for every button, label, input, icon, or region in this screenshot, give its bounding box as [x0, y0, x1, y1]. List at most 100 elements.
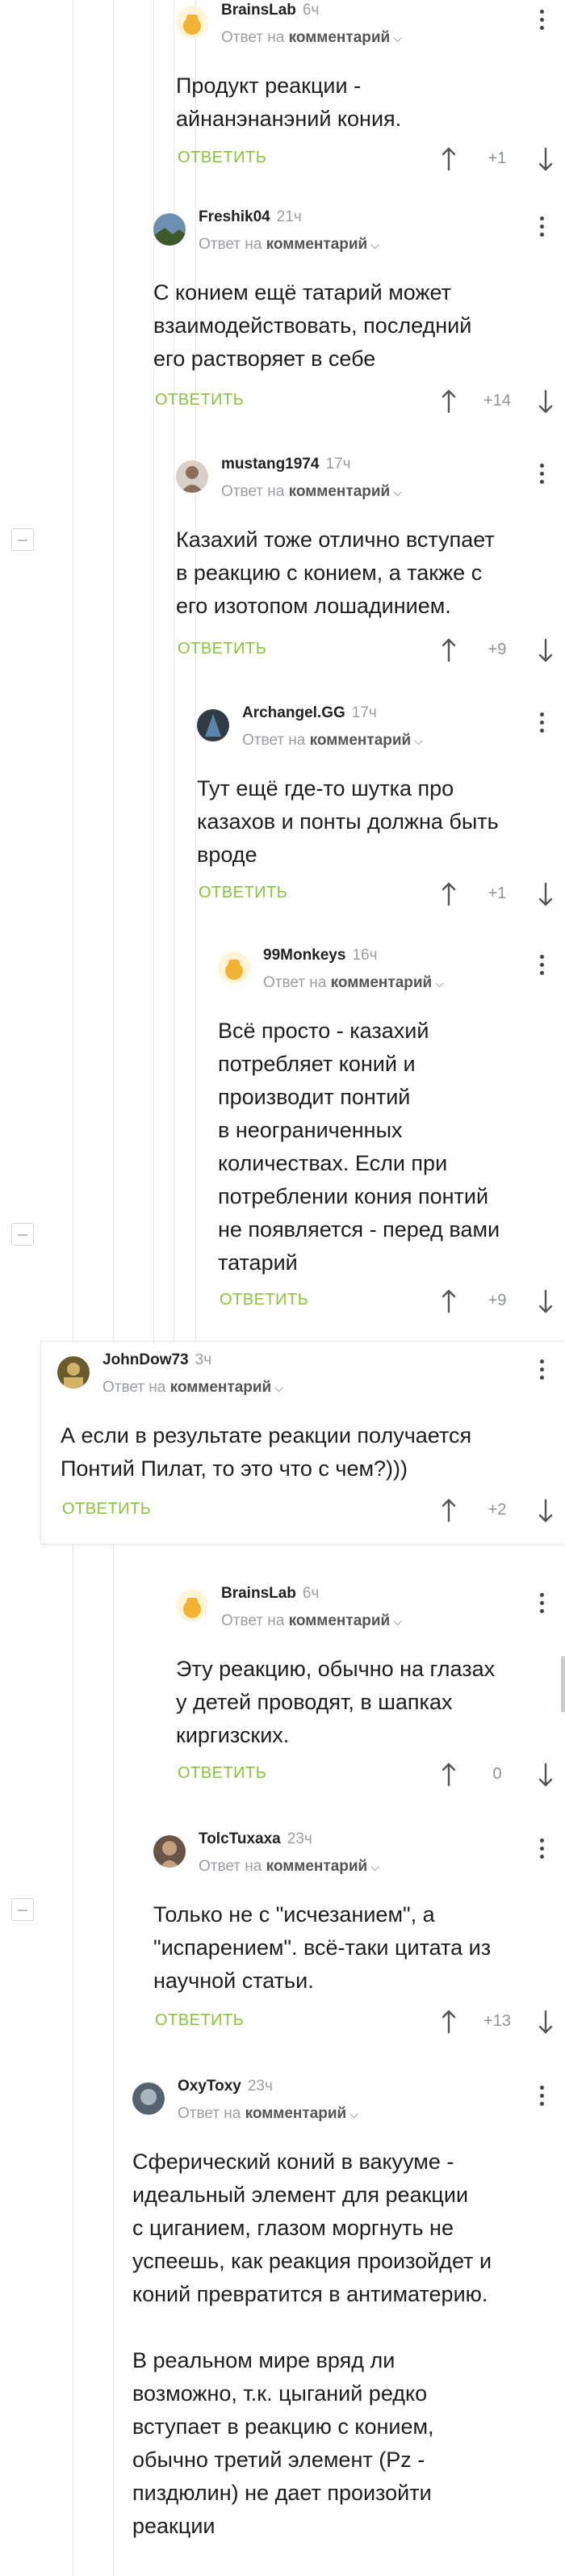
username[interactable]: OxyToxy 23ч — [178, 2078, 273, 2095]
reply-to-label: Ответ на комментарий ⌵ — [221, 483, 402, 500]
timestamp: 6ч — [302, 1585, 320, 1602]
upvote-arrow-icon[interactable] — [441, 1498, 457, 1523]
reply-button[interactable]: ОТВЕТИТЬ — [155, 391, 244, 410]
comment: mustang1974 17ч Ответ на комментарий ⌵ Каз… — [176, 454, 565, 672]
more-options-icon[interactable] — [539, 216, 544, 237]
username[interactable]: TolcTuxaxa 23ч — [199, 1830, 312, 1848]
reply-button[interactable]: ОТВЕТИТЬ — [220, 1291, 308, 1309]
reply-to-label: Ответ на комментарий ⌵ — [199, 236, 379, 253]
timestamp: 17ч — [325, 456, 351, 473]
upvote-arrow-icon[interactable] — [441, 147, 457, 171]
comment-text: Эту реакцию, обычно на глазах у детей пр… — [176, 1657, 496, 1747]
scrollbar-thumb[interactable] — [561, 1656, 565, 1712]
more-options-icon[interactable] — [539, 10, 544, 31]
reply-to-label: Ответ на комментарий ⌵ — [221, 29, 402, 46]
chevron-down-icon[interactable]: ⌵ — [393, 32, 402, 44]
timestamp: 17ч — [351, 704, 377, 721]
downvote-arrow-icon[interactable] — [538, 1763, 554, 1787]
avatar[interactable] — [197, 709, 229, 742]
avatar[interactable] — [218, 952, 250, 984]
more-options-icon[interactable] — [539, 955, 544, 976]
vote-score: +9 — [488, 641, 507, 658]
chevron-down-icon[interactable]: ⌵ — [414, 734, 423, 747]
more-options-icon[interactable] — [539, 712, 544, 733]
comment-text: Только не с "исчезанием", а "испарением"… — [153, 1902, 492, 1993]
reply-to-link[interactable]: комментарий — [310, 732, 412, 749]
reply-to-link[interactable]: комментарий — [266, 236, 368, 253]
upvote-arrow-icon[interactable] — [441, 389, 457, 414]
username[interactable]: BrainsLab 6ч — [221, 1585, 319, 1603]
reply-to-label: Ответ на комментарий ⌵ — [242, 732, 423, 749]
chevron-down-icon[interactable]: ⌵ — [393, 1615, 402, 1628]
more-options-icon[interactable] — [539, 1359, 544, 1380]
comment: BrainsLab 6ч Ответ на комментарий ⌵ Эту ре… — [176, 1583, 565, 1793]
reply-to-link[interactable]: комментарий — [170, 1379, 272, 1396]
comment: OxyToxy 23ч Ответ на комментарий ⌵ Сфериче… — [132, 2076, 565, 2576]
avatar[interactable] — [57, 1356, 90, 1389]
timestamp: 23ч — [247, 2078, 273, 2095]
downvote-arrow-icon[interactable] — [538, 1498, 554, 1523]
reply-button[interactable]: ОТВЕТИТЬ — [178, 149, 266, 167]
more-options-icon[interactable] — [539, 2086, 544, 2107]
downvote-arrow-icon[interactable] — [538, 1289, 554, 1313]
downvote-arrow-icon[interactable] — [538, 638, 554, 662]
reply-to-label: Ответ на комментарий ⌵ — [221, 1612, 402, 1629]
comment-text: Продукт реакции - айнанэнанэний кония. — [176, 74, 402, 131]
downvote-arrow-icon[interactable] — [538, 2010, 554, 2034]
upvote-arrow-icon[interactable] — [441, 2010, 457, 2034]
upvote-arrow-icon[interactable] — [441, 638, 457, 662]
reply-to-link[interactable]: комментарий — [289, 29, 391, 46]
upvote-arrow-icon[interactable] — [441, 1763, 457, 1787]
avatar[interactable] — [153, 213, 186, 246]
username[interactable]: JohnDow73 3ч — [103, 1351, 211, 1369]
reply-button[interactable]: ОТВЕТИТЬ — [178, 640, 266, 658]
upvote-arrow-icon[interactable] — [441, 882, 457, 906]
comment-text: А если в результате реакции получается П… — [61, 1423, 472, 1481]
reply-to-link[interactable]: комментарий — [266, 1858, 368, 1875]
upvote-arrow-icon[interactable] — [441, 1289, 457, 1313]
reply-to-link[interactable]: комментарий — [331, 974, 433, 991]
vote-score: 0 — [492, 1765, 502, 1783]
comment-text: Тут ещё где-то шутка про казахов и понты… — [197, 776, 499, 867]
vote-score: +14 — [483, 392, 511, 410]
downvote-arrow-icon[interactable] — [538, 389, 554, 414]
username[interactable]: BrainsLab 6ч — [221, 2, 319, 19]
username[interactable]: 99Monkeys 16ч — [263, 947, 378, 964]
chevron-down-icon[interactable]: ⌵ — [349, 2107, 358, 2120]
reply-to-link[interactable]: комментарий — [289, 1612, 391, 1629]
chevron-down-icon[interactable]: ⌵ — [274, 1381, 283, 1394]
avatar[interactable] — [176, 1590, 208, 1622]
more-options-icon[interactable] — [539, 1593, 544, 1614]
chevron-down-icon[interactable]: ⌵ — [393, 485, 402, 498]
downvote-arrow-icon[interactable] — [538, 882, 554, 906]
reply-button[interactable]: ОТВЕТИТЬ — [178, 1764, 266, 1783]
reply-button[interactable]: ОТВЕТИТЬ — [62, 1500, 151, 1519]
avatar[interactable] — [153, 1835, 186, 1868]
avatar[interactable] — [132, 2082, 165, 2115]
comment: 99Monkeys 16ч Ответ на комментарий ⌵ Всё п… — [218, 945, 565, 1325]
chevron-down-icon[interactable]: ⌵ — [435, 977, 444, 990]
vote-score: +1 — [488, 149, 507, 167]
downvote-arrow-icon[interactable] — [538, 147, 554, 171]
collapse-thread-button[interactable] — [11, 1223, 34, 1246]
vote-score: +1 — [488, 885, 507, 902]
collapse-thread-button[interactable] — [11, 528, 34, 551]
vote-control: +1 — [441, 880, 554, 910]
reply-to-link[interactable]: комментарий — [245, 2105, 347, 2122]
username[interactable]: Archangel.GG 17ч — [242, 704, 377, 722]
reply-to-label: Ответ на комментарий ⌵ — [103, 1379, 283, 1396]
timestamp: 23ч — [287, 1830, 312, 1847]
chevron-down-icon[interactable]: ⌵ — [370, 238, 379, 251]
username[interactable]: Freshik04 21ч — [199, 208, 302, 226]
username[interactable]: mustang1974 17ч — [221, 456, 351, 473]
more-options-icon[interactable] — [539, 1838, 544, 1860]
more-options-icon[interactable] — [539, 464, 544, 485]
reply-button[interactable]: ОТВЕТИТЬ — [199, 884, 287, 902]
avatar[interactable] — [176, 6, 208, 39]
chevron-down-icon[interactable]: ⌵ — [370, 1860, 379, 1873]
reply-button[interactable]: ОТВЕТИТЬ — [155, 2011, 244, 2030]
collapse-thread-button[interactable] — [11, 1898, 34, 1921]
reply-to-link[interactable]: комментарий — [289, 483, 391, 500]
avatar[interactable] — [176, 460, 208, 493]
reply-to-label: Ответ на комментарий ⌵ — [178, 2105, 358, 2122]
